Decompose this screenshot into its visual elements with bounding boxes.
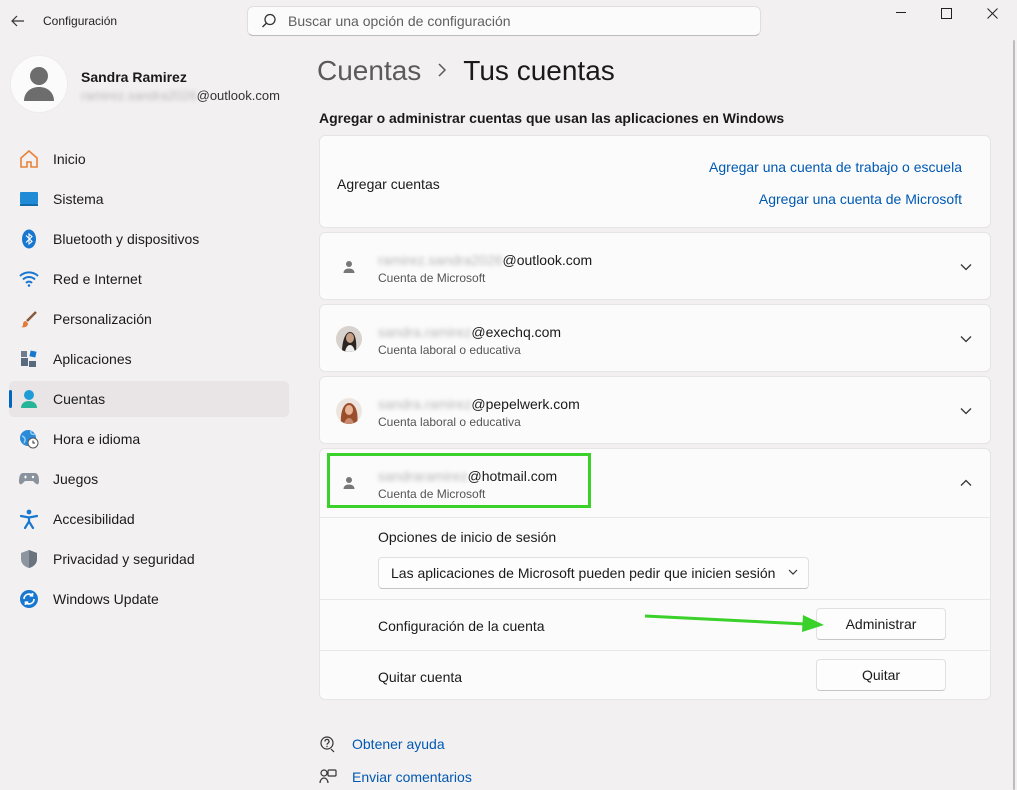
- arrow-annotation-icon: [644, 614, 824, 632]
- breadcrumb: Cuentas Tus cuentas: [317, 55, 615, 87]
- breadcrumb-parent[interactable]: Cuentas: [317, 55, 421, 87]
- maximize-icon: [940, 7, 952, 19]
- brush-icon: [18, 308, 40, 330]
- highlight-box: [327, 453, 591, 508]
- sidebar-item-cuentas[interactable]: Cuentas: [9, 381, 289, 417]
- scrollbar[interactable]: [1013, 40, 1015, 790]
- close-button[interactable]: [969, 2, 1015, 24]
- avatar: [336, 398, 362, 424]
- help-link-row[interactable]: Obtener ayuda: [319, 735, 445, 753]
- account-type: Cuenta laboral o educativa: [378, 343, 521, 357]
- account-row[interactable]: ramirez.sandra2026@outlook.com Cuenta de…: [319, 232, 991, 300]
- user-name: Sandra Ramirez: [81, 69, 187, 85]
- maximize-button[interactable]: [923, 2, 969, 24]
- chevron-down-icon: [787, 565, 799, 581]
- sidebar-item-accesibilidad[interactable]: Accesibilidad: [9, 501, 289, 537]
- sidebar-item-label: Hora e idioma: [53, 431, 141, 447]
- chevron-down-icon[interactable]: [959, 260, 973, 277]
- sidebar-item-label: Accesibilidad: [53, 511, 135, 527]
- update-icon: [18, 588, 40, 610]
- feedback-icon: [319, 768, 337, 786]
- account-settings-label: Configuración de la cuenta: [378, 618, 545, 634]
- chevron-right-icon: [437, 61, 447, 82]
- sidebar-item-red[interactable]: Red e Internet: [9, 261, 289, 297]
- minimize-icon: [896, 12, 906, 13]
- chevron-up-icon[interactable]: [959, 476, 973, 493]
- sidebar-item-sistema[interactable]: Sistema: [9, 181, 289, 217]
- chevron-down-icon[interactable]: [959, 332, 973, 349]
- bluetooth-icon: [18, 228, 40, 250]
- sidebar-item-label: Bluetooth y dispositivos: [53, 231, 200, 247]
- sidebar-item-aplicaciones[interactable]: Aplicaciones: [9, 341, 289, 377]
- sidebar-item-privacidad[interactable]: Privacidad y seguridad: [9, 541, 289, 577]
- remove-account-label: Quitar cuenta: [378, 669, 463, 685]
- sidebar-item-label: Privacidad y seguridad: [53, 551, 195, 567]
- signin-options-dropdown[interactable]: Las aplicaciones de Microsoft pueden ped…: [378, 557, 809, 589]
- search-icon: [262, 13, 276, 28]
- feedback-link-row[interactable]: Enviar comentarios: [319, 768, 472, 786]
- sidebar-item-label: Aplicaciones: [53, 351, 132, 367]
- accessibility-icon: [18, 508, 40, 530]
- remove-button[interactable]: Quitar: [816, 659, 946, 691]
- account-row[interactable]: sandra.ramirez@exechq.com Cuenta laboral…: [319, 304, 991, 372]
- home-icon: [18, 148, 40, 170]
- add-accounts-card: Agregar cuentas Agregar una cuenta de tr…: [319, 135, 991, 228]
- sidebar-item-label: Juegos: [53, 471, 99, 487]
- person-icon: [342, 260, 356, 277]
- sidebar-item-juegos[interactable]: Juegos: [9, 461, 289, 497]
- signin-options-label: Opciones de inicio de sesión: [378, 529, 557, 545]
- accounts-icon: [18, 388, 40, 410]
- back-arrow-icon: [11, 15, 24, 27]
- sidebar-item-label: Red e Internet: [53, 271, 142, 287]
- sidebar-item-personalizacion[interactable]: Personalización: [9, 301, 289, 337]
- sidebar-item-windows-update[interactable]: Windows Update: [9, 581, 289, 617]
- divider: [320, 517, 990, 518]
- wifi-icon: [18, 268, 40, 290]
- add-microsoft-account-link[interactable]: Agregar una cuenta de Microsoft: [759, 191, 962, 207]
- chevron-down-icon[interactable]: [959, 404, 973, 421]
- user-email: ramirez.sandra2026@outlook.com: [81, 88, 280, 103]
- shield-icon: [18, 548, 40, 570]
- account-email: sandra.ramirez@exechq.com: [378, 324, 562, 340]
- active-indicator: [9, 390, 12, 408]
- sidebar-item-label: Sistema: [53, 191, 104, 207]
- apps-icon: [18, 348, 40, 370]
- sidebar-item-inicio[interactable]: Inicio: [9, 141, 289, 177]
- minimize-button[interactable]: [878, 2, 924, 24]
- add-work-account-link[interactable]: Agregar una cuenta de trabajo o escuela: [709, 159, 962, 175]
- help-link[interactable]: Obtener ayuda: [352, 736, 445, 752]
- avatar[interactable]: [10, 55, 68, 113]
- feedback-link[interactable]: Enviar comentarios: [352, 769, 472, 785]
- manage-button[interactable]: Administrar: [816, 608, 946, 640]
- close-icon: [986, 7, 998, 19]
- account-type: Cuenta de Microsoft: [378, 271, 486, 285]
- sidebar-item-label: Personalización: [53, 311, 152, 327]
- section-title: Agregar o administrar cuentas que usan l…: [319, 110, 785, 126]
- back-button[interactable]: [6, 10, 30, 32]
- dropdown-value: Las aplicaciones de Microsoft pueden ped…: [391, 565, 776, 581]
- app-title: Configuración: [43, 14, 118, 28]
- page-title: Tus cuentas: [463, 55, 615, 86]
- account-email: sandra.ramirez@pepelwerk.com: [378, 396, 580, 412]
- account-email: ramirez.sandra2026@outlook.com: [378, 252, 593, 268]
- account-row[interactable]: sandra.ramirez@pepelwerk.com Cuenta labo…: [319, 376, 991, 444]
- account-type: Cuenta laboral o educativa: [378, 415, 521, 429]
- sidebar-item-label: Inicio: [53, 151, 86, 167]
- sidebar-item-bluetooth[interactable]: Bluetooth y dispositivos: [9, 221, 289, 257]
- help-icon: [319, 735, 337, 753]
- search-input[interactable]: [288, 13, 728, 29]
- sidebar-item-hora[interactable]: Hora e idioma: [9, 421, 289, 457]
- sidebar-item-label: Cuentas: [53, 391, 106, 407]
- avatar: [336, 326, 362, 352]
- system-icon: [18, 188, 40, 210]
- divider: [320, 650, 990, 651]
- user-avatar-icon: [24, 67, 54, 101]
- search-box[interactable]: [247, 6, 761, 36]
- globe-clock-icon: [18, 428, 40, 450]
- divider: [320, 599, 990, 600]
- sidebar-item-label: Windows Update: [53, 591, 159, 607]
- add-accounts-label: Agregar cuentas: [337, 176, 440, 192]
- gamepad-icon: [18, 468, 40, 490]
